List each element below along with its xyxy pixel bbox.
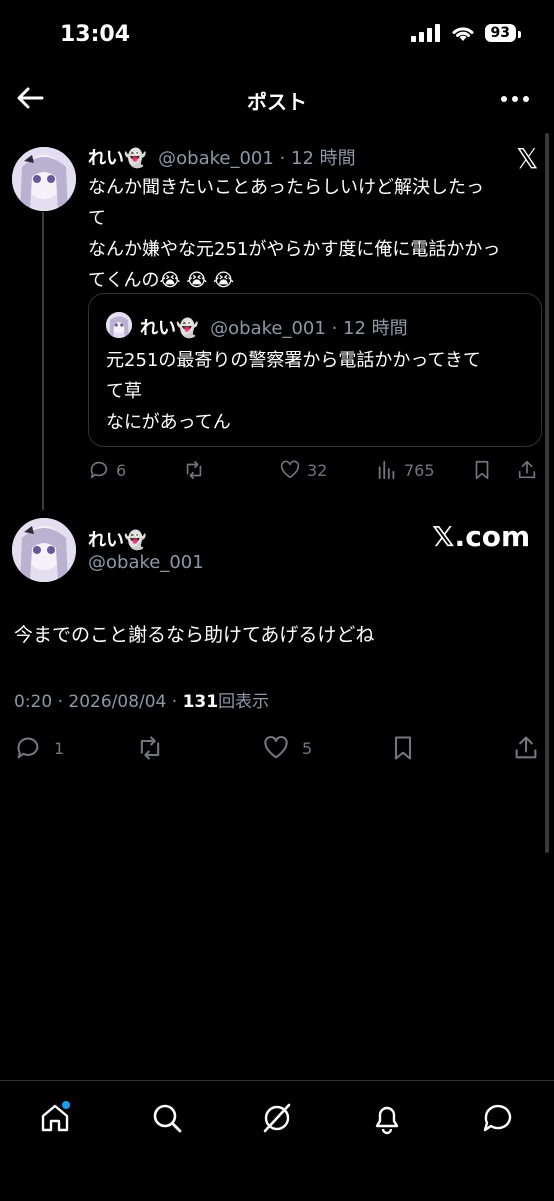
bottom-navigation — [0, 1080, 554, 1201]
page-title: ポスト — [247, 90, 307, 114]
post-text-line: なんか聞きたいことあったらしいけど解決したっ — [88, 177, 484, 198]
avatar-image — [12, 518, 76, 582]
main-reply-button[interactable]: 1 — [14, 734, 64, 762]
view-count: 131 — [182, 692, 219, 712]
main-handle[interactable]: @obake_001 — [88, 552, 204, 573]
like-count: 32 — [307, 460, 328, 480]
quote-header: れい👻 @obake_001 · 12 時間 — [140, 314, 408, 340]
repost-icon — [140, 736, 160, 760]
reply-button[interactable]: 6 — [88, 459, 126, 481]
thread-line — [42, 212, 44, 510]
main-like-count: 5 — [302, 738, 313, 758]
like-button[interactable]: 32 — [279, 459, 327, 481]
views-count: 765 — [404, 460, 435, 480]
views-chart-icon — [378, 460, 395, 480]
messages-icon[interactable] — [481, 1101, 515, 1135]
quote-text: 元251の最寄りの警察署から電話かかってきて て草 なにがあってん — [106, 345, 526, 438]
main-repost-button[interactable] — [136, 734, 164, 762]
quote-time: · 12 時間 — [331, 318, 408, 339]
status-icons: 93 — [410, 24, 522, 42]
quote-handle: @obake_001 — [210, 318, 326, 339]
heart-icon — [280, 460, 300, 479]
notifications-bell-icon[interactable] — [370, 1101, 404, 1135]
share-icon[interactable] — [516, 459, 538, 481]
signal-icon — [410, 24, 440, 42]
post-text-line: てくんの😭 😭 😭 — [88, 270, 234, 291]
x-logo-icon: 𝕏 — [516, 142, 539, 175]
post-text: なんか聞きたいことあったらしいけど解決したっ て なんか嫌やな元251がやらかす… — [88, 172, 538, 296]
quote-display-name: れい👻 — [140, 318, 199, 339]
main-display-name[interactable]: れい👻 — [88, 526, 146, 552]
wifi-icon — [452, 27, 474, 41]
reply-icon — [90, 461, 108, 479]
main-post-text: 今までのこと謝るなら助けてあげるけどね — [14, 624, 375, 646]
main-like-button[interactable]: 5 — [262, 734, 312, 762]
reply-icon — [17, 737, 39, 759]
battery-indicator: 93 — [484, 24, 522, 42]
reply-count: 6 — [116, 460, 127, 480]
quote-text-line: なにがあってん — [106, 412, 231, 433]
main-reply-count: 1 — [54, 738, 65, 758]
heart-icon — [264, 735, 288, 759]
views-button[interactable]: 765 — [376, 459, 435, 481]
handle[interactable]: @obake_001 — [158, 148, 274, 169]
post-metadata: 0:20 · 2026/08/04 · 131回表示 — [14, 687, 269, 712]
scrollbar[interactable] — [545, 133, 549, 853]
main-avatar[interactable] — [12, 518, 76, 582]
post-date: 0:20 · 2026/08/04 · — [14, 692, 183, 712]
post-text-line: なんか嫌やな元251がやらかす度に俺に電話かかっ — [88, 239, 501, 260]
post-text-line: て — [88, 208, 106, 229]
x-com-watermark: 𝕏.com — [432, 520, 531, 553]
more-options-icon[interactable] — [500, 95, 530, 103]
display-name[interactable]: れい👻 — [88, 148, 146, 169]
home-icon[interactable] — [38, 1101, 72, 1135]
quote-text-line: て草 — [106, 381, 142, 402]
post-time[interactable]: · 12 時間 — [280, 148, 356, 169]
avatar[interactable] — [12, 147, 76, 211]
bookmark-icon[interactable] — [389, 734, 417, 762]
post-header: れい👻 @obake_001 · 12 時間 — [88, 144, 356, 170]
grok-icon[interactable] — [260, 1101, 294, 1135]
status-time: 13:04 — [60, 22, 131, 47]
share-icon[interactable] — [512, 734, 540, 762]
quote-text-line: 元251の最寄りの警察署から電話かかってきて — [106, 350, 481, 371]
quote-avatar — [106, 312, 132, 338]
avatar-image — [106, 312, 132, 338]
repost-icon — [186, 460, 202, 480]
repost-button[interactable] — [183, 459, 205, 481]
bookmark-icon[interactable] — [471, 459, 493, 481]
search-icon[interactable] — [150, 1101, 184, 1135]
avatar-image — [12, 147, 76, 211]
view-label: 回表示 — [218, 692, 270, 712]
